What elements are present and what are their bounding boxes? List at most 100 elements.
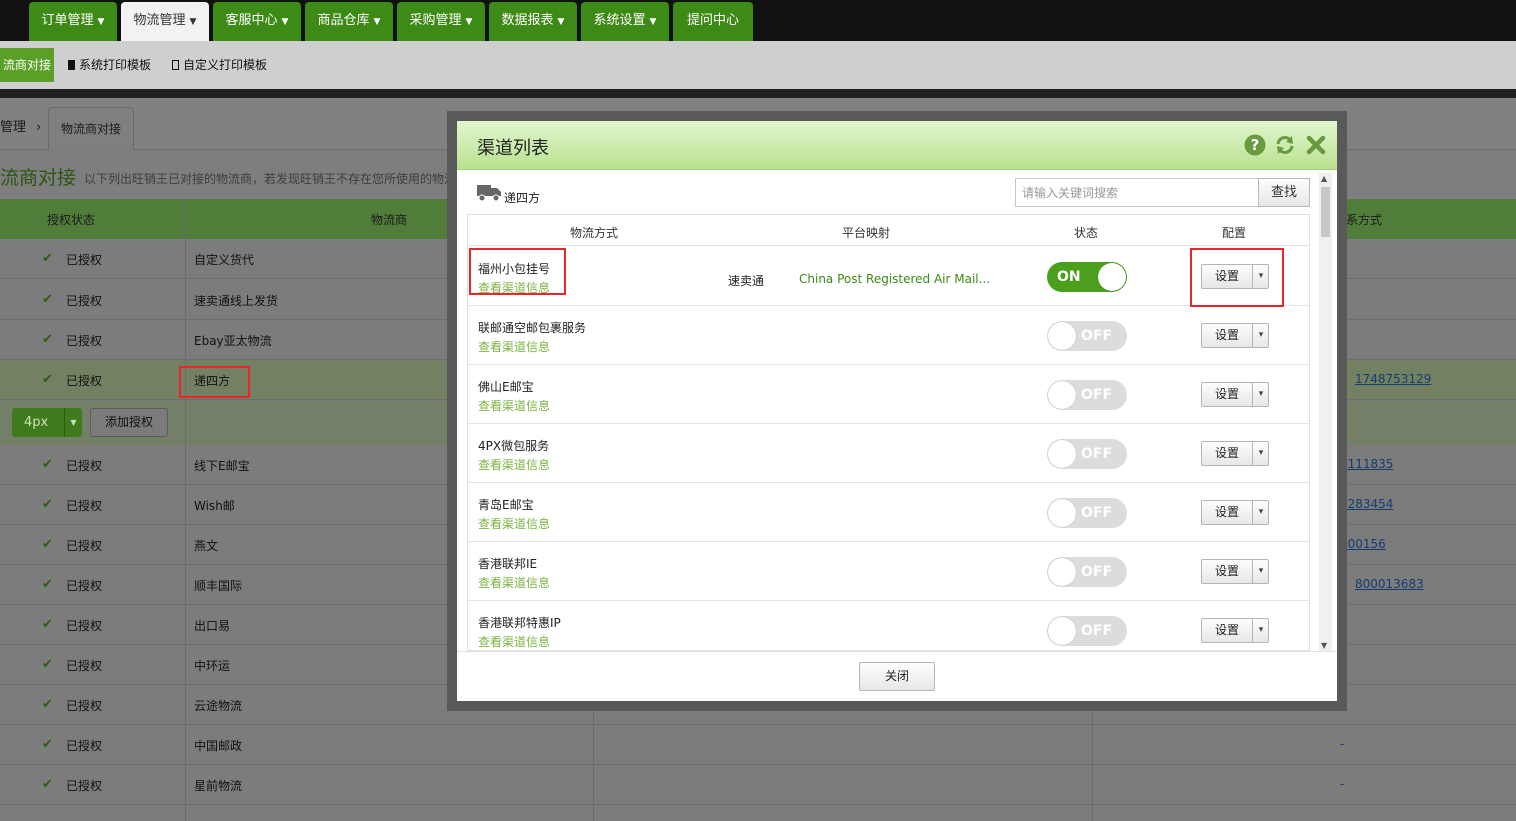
- breadcrumb-root[interactable]: 管理 ›: [0, 116, 41, 135]
- view-channel-info-link[interactable]: 查看渠道信息: [478, 574, 550, 591]
- subnav-custom-print-template[interactable]: 自定义打印模板: [172, 48, 267, 82]
- column-status: 状态: [1074, 226, 1099, 240]
- view-channel-info-link[interactable]: 查看渠道信息: [478, 456, 550, 473]
- view-channel-info-link[interactable]: 查看渠道信息: [478, 515, 550, 532]
- search-input[interactable]: [1015, 178, 1259, 207]
- channel-toggle[interactable]: OFF: [1047, 557, 1127, 587]
- search-button[interactable]: 查找: [1258, 178, 1310, 207]
- channel-toggle[interactable]: OFF: [1047, 616, 1127, 646]
- chevron-down-icon[interactable]: ▾: [1254, 442, 1268, 465]
- refresh-icon[interactable]: [1274, 134, 1296, 156]
- chevron-down-icon[interactable]: ▾: [1254, 560, 1268, 583]
- channel-toggle[interactable]: ON: [1047, 262, 1127, 292]
- add-authorization-button[interactable]: 添加授权: [90, 408, 168, 437]
- truck-icon: [477, 185, 501, 202]
- settings-button[interactable]: 设置 ▾: [1201, 382, 1269, 407]
- channel-name: 佛山E邮宝: [478, 380, 534, 394]
- channel-toggle[interactable]: OFF: [1047, 380, 1127, 410]
- view-channel-info-link[interactable]: 查看渠道信息: [478, 633, 550, 650]
- nav-tab-questions[interactable]: 提问中心: [673, 2, 753, 41]
- nav-tab-logistics[interactable]: 物流管理 ▼: [121, 2, 209, 41]
- scroll-thumb[interactable]: [1321, 187, 1330, 237]
- channel-toggle[interactable]: OFF: [1047, 498, 1127, 528]
- view-channel-info-link[interactable]: 查看渠道信息: [478, 338, 550, 355]
- carrier-name: 线下E邮宝: [194, 459, 250, 473]
- settings-button[interactable]: 设置 ▾: [1201, 618, 1269, 643]
- settings-button[interactable]: 设置 ▾: [1201, 559, 1269, 584]
- channel-toggle[interactable]: OFF: [1047, 321, 1127, 351]
- platform-name: 速卖通: [728, 274, 765, 288]
- carrier-name: 递四方: [504, 191, 541, 205]
- channel-toggle[interactable]: OFF: [1047, 439, 1127, 469]
- account-select[interactable]: 4px ▼: [12, 408, 82, 437]
- page-description: 以下列出旺销王已对接的物流商，若发现旺销王不存在您所使用的物流: [84, 172, 457, 186]
- list-scrollbar[interactable]: ▲ ▼: [1319, 173, 1332, 651]
- chevron-down-icon[interactable]: ▾: [1254, 324, 1268, 347]
- sub-navigation: 流商对接 系统打印模板 自定义打印模板: [0, 41, 1516, 89]
- chevron-down-icon: ▼: [557, 17, 565, 27]
- settings-button[interactable]: 设置 ▾: [1201, 323, 1269, 348]
- close-button[interactable]: 关闭: [859, 662, 935, 691]
- settings-button[interactable]: 设置 ▾: [1201, 500, 1269, 525]
- chevron-down-icon[interactable]: ▾: [1254, 501, 1268, 524]
- check-icon: ✔: [42, 251, 53, 266]
- chevron-down-icon: ▼: [465, 17, 473, 27]
- channel-row: 香港联邦IE 查看渠道信息 OFF 设置 ▾: [468, 542, 1309, 601]
- settings-button[interactable]: 设置 ▾: [1201, 441, 1269, 466]
- carrier-name: 云途物流: [194, 699, 243, 713]
- status-text: 已授权: [66, 253, 103, 267]
- carrier-name: 中国邮政: [194, 739, 243, 753]
- check-icon: ✔: [42, 457, 53, 472]
- channel-row: 佛山E邮宝 查看渠道信息 OFF 设置 ▾: [468, 365, 1309, 424]
- contact-link[interactable]: 1748753129: [1355, 372, 1431, 386]
- help-icon[interactable]: ?: [1244, 134, 1266, 156]
- chevron-down-icon: ▼: [373, 17, 381, 27]
- nav-tab-reports[interactable]: 数据报表 ▼: [489, 2, 577, 41]
- status-text: 已授权: [66, 294, 103, 308]
- chevron-down-icon: ▼: [649, 17, 657, 27]
- header-status: 授权状态: [47, 213, 96, 227]
- check-icon: ✔: [42, 372, 53, 387]
- chevron-down-icon: ▼: [64, 408, 82, 437]
- platform-mapping[interactable]: China Post Registered Air Mail...: [799, 272, 990, 286]
- status-text: 已授权: [66, 659, 103, 673]
- nav-tab-purchase[interactable]: 采购管理 ▼: [397, 2, 485, 41]
- highlight-box: [179, 366, 250, 398]
- nav-tab-service[interactable]: 客服中心 ▼: [213, 2, 301, 41]
- contact-link[interactable]: 800013683: [1355, 577, 1424, 591]
- status-text: 已授权: [66, 334, 103, 348]
- view-channel-info-link[interactable]: 查看渠道信息: [478, 397, 550, 414]
- status-text: 已授权: [66, 539, 103, 553]
- status-text: 已授权: [66, 619, 103, 633]
- check-icon: ✔: [42, 617, 53, 632]
- scroll-up-icon[interactable]: ▲: [1321, 174, 1327, 183]
- chevron-down-icon: ▼: [97, 17, 105, 27]
- chevron-down-icon[interactable]: ▾: [1254, 383, 1268, 406]
- contact-link[interactable]: 0111835: [1340, 457, 1393, 471]
- scroll-down-icon[interactable]: ▼: [1321, 641, 1327, 650]
- channel-name: 联邮通空邮包裹服务: [478, 321, 587, 335]
- check-icon: ✔: [42, 577, 53, 592]
- channel-row: 联邮通空邮包裹服务 查看渠道信息 OFF 设置 ▾: [468, 306, 1309, 365]
- subnav-system-print-template[interactable]: 系统打印模板: [68, 48, 151, 82]
- subnav-carrier-integration[interactable]: 流商对接: [0, 48, 54, 82]
- carrier-name: 星前物流: [194, 779, 243, 793]
- breadcrumb-separator: ›: [36, 120, 42, 135]
- nav-tab-orders[interactable]: 订单管理 ▼: [29, 2, 117, 41]
- contact-link[interactable]: 7283454: [1340, 497, 1393, 511]
- breadcrumb-current-tab[interactable]: 物流商对接: [48, 107, 134, 150]
- table-row: [0, 805, 1516, 821]
- check-icon: ✔: [42, 697, 53, 712]
- nav-tab-settings[interactable]: 系统设置 ▼: [581, 2, 669, 41]
- bookmark-icon: [68, 60, 75, 70]
- carrier-name: Wish邮: [194, 499, 235, 513]
- close-icon[interactable]: [1305, 134, 1327, 156]
- divider: [0, 89, 1516, 98]
- channel-name: 香港联邦特惠IP: [478, 616, 561, 630]
- nav-tab-warehouse[interactable]: 商品仓库 ▼: [305, 2, 393, 41]
- chevron-down-icon: ▼: [189, 17, 197, 27]
- carrier-name: 速卖通线上发货: [194, 294, 279, 308]
- dialog-footer: 关闭: [457, 651, 1337, 701]
- status-text: 已授权: [66, 779, 103, 793]
- chevron-down-icon[interactable]: ▾: [1254, 619, 1268, 642]
